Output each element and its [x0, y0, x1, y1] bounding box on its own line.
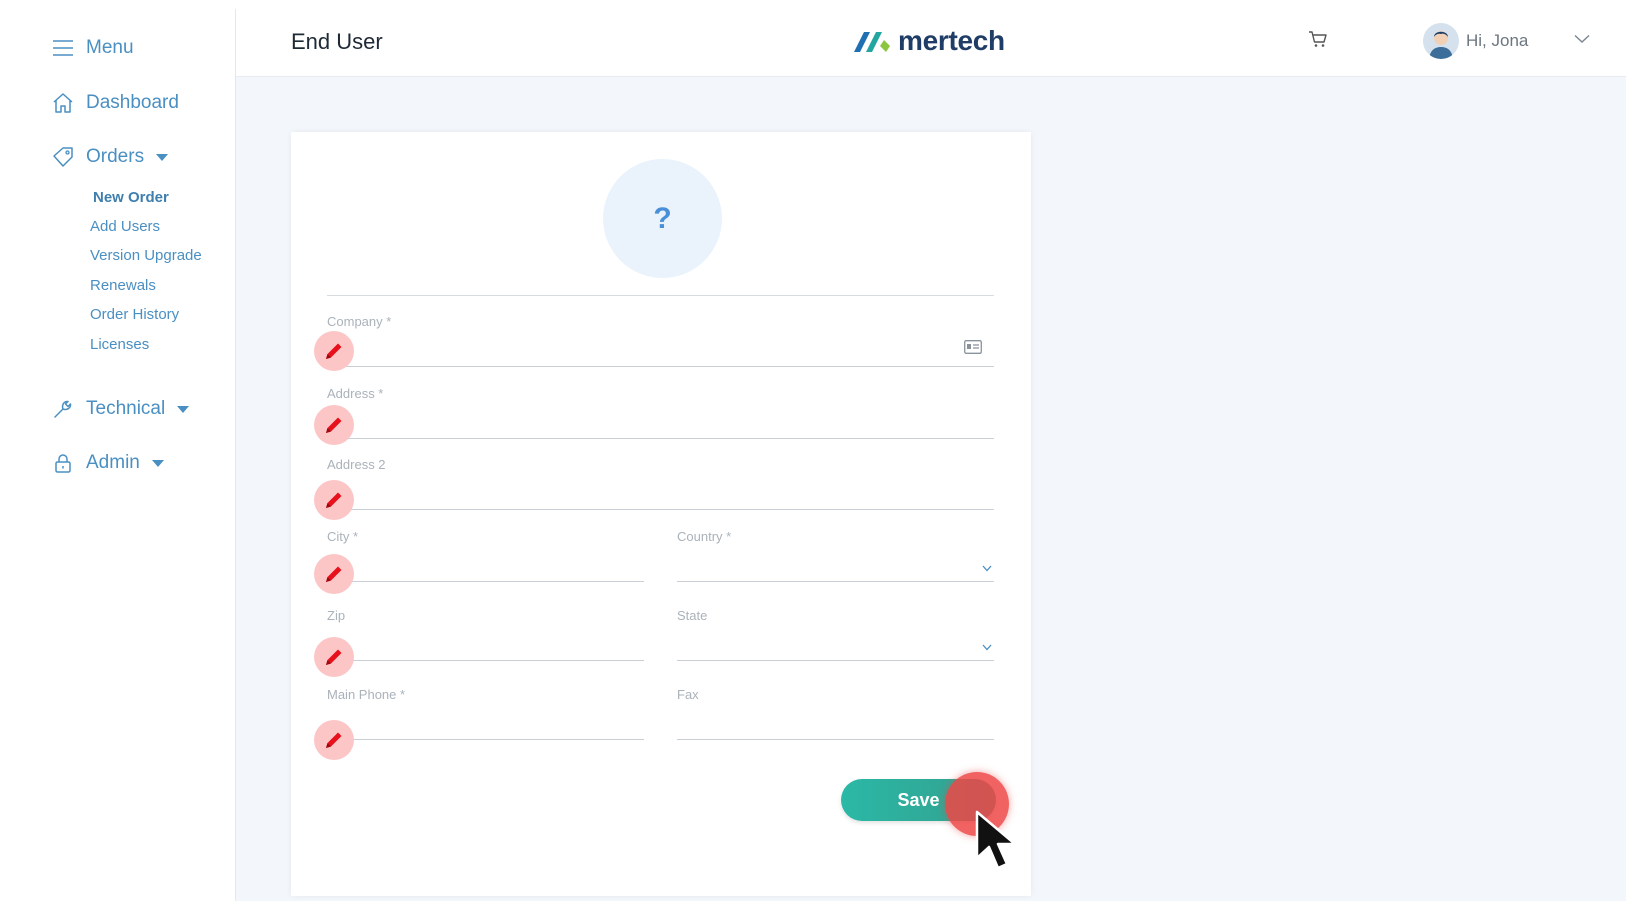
pencil-icon[interactable]	[314, 331, 354, 371]
mertech-logo-mark	[854, 32, 890, 52]
sidebar-subitem-new-order[interactable]: New Order	[93, 189, 169, 206]
caret-down-icon	[177, 405, 190, 413]
caret-down-icon	[156, 153, 169, 161]
sidebar: Menu Dashboard Orders New Order Add User…	[28, 9, 236, 901]
city-field[interactable]: City *	[327, 529, 644, 582]
sidebar-subitem-version-upgrade[interactable]: Version Upgrade	[90, 247, 202, 264]
home-icon	[52, 92, 74, 114]
main-phone-field[interactable]: Main Phone *	[327, 687, 644, 740]
address-label: Address *	[327, 386, 384, 401]
sidebar-subitem-order-history[interactable]: Order History	[90, 306, 179, 323]
main-area: End User mertech Hi, Jona ? Company * Ad…	[236, 9, 1626, 901]
address2-label: Address 2	[327, 457, 386, 472]
caret-down-icon	[151, 459, 164, 467]
main-phone-input[interactable]	[327, 709, 644, 735]
pencil-icon[interactable]	[314, 554, 354, 594]
sidebar-item-dashboard[interactable]: Dashboard	[52, 92, 179, 114]
logo-text: mertech	[898, 25, 1005, 56]
mouse-cursor-icon	[975, 810, 1031, 877]
sidebar-item-technical[interactable]: Technical	[52, 398, 190, 420]
question-mark-icon: ?	[653, 201, 672, 235]
divider	[327, 295, 994, 296]
pencil-icon[interactable]	[314, 405, 354, 445]
chevron-down-icon[interactable]	[982, 638, 992, 656]
sidebar-subitem-renewals[interactable]: Renewals	[90, 277, 156, 294]
chevron-down-icon[interactable]	[982, 559, 992, 577]
fax-field[interactable]: Fax	[677, 687, 994, 740]
sidebar-item-label: Dashboard	[86, 92, 179, 113]
pencil-icon[interactable]	[314, 637, 354, 677]
address2-input[interactable]	[327, 479, 994, 505]
sidebar-item-label: Orders	[86, 146, 145, 167]
chevron-down-icon[interactable]	[1574, 31, 1590, 49]
address-field[interactable]: Address *	[327, 386, 994, 439]
menu-toggle[interactable]: Menu	[52, 37, 134, 59]
city-input[interactable]	[327, 551, 644, 577]
cart-icon[interactable]	[1308, 30, 1328, 53]
lock-icon	[52, 452, 74, 474]
zip-label: Zip	[327, 608, 346, 623]
company-field[interactable]: Company *	[327, 314, 994, 367]
sidebar-item-label: Technical	[86, 398, 166, 419]
zip-field[interactable]: Zip	[327, 608, 644, 661]
sidebar-subitem-add-users[interactable]: Add Users	[90, 218, 160, 235]
sidebar-item-label: Admin	[86, 452, 140, 473]
zip-input[interactable]	[327, 630, 644, 656]
company-input[interactable]	[327, 336, 994, 362]
address2-field[interactable]: Address 2	[327, 457, 994, 510]
id-card-icon[interactable]	[964, 340, 982, 359]
city-label: City *	[327, 529, 359, 544]
pencil-icon[interactable]	[314, 480, 354, 520]
state-label: State	[677, 608, 708, 623]
brand-logo: mertech	[854, 25, 1005, 57]
sidebar-item-orders[interactable]: Orders	[52, 146, 169, 168]
tag-icon	[52, 146, 74, 168]
sidebar-item-admin[interactable]: Admin	[52, 452, 164, 474]
menu-label: Menu	[86, 37, 134, 58]
user-greeting[interactable]: Hi, Jona	[1466, 31, 1528, 51]
company-label: Company *	[327, 314, 392, 329]
country-label: Country *	[677, 529, 732, 544]
company-logo-upload[interactable]: ?	[603, 159, 722, 278]
page-title: End User	[291, 29, 383, 54]
hamburger-icon	[52, 37, 74, 59]
top-bar: End User mertech Hi, Jona	[236, 9, 1626, 77]
main-phone-label: Main Phone *	[327, 687, 406, 702]
wrench-icon	[52, 398, 74, 420]
state-select[interactable]: State	[677, 608, 994, 661]
address-input[interactable]	[327, 408, 994, 434]
fax-label: Fax	[677, 687, 699, 702]
fax-input[interactable]	[677, 709, 994, 735]
pencil-icon[interactable]	[314, 720, 354, 760]
user-avatar[interactable]	[1423, 23, 1459, 59]
sidebar-subitem-licenses[interactable]: Licenses	[90, 336, 149, 353]
country-select[interactable]: Country *	[677, 529, 994, 582]
